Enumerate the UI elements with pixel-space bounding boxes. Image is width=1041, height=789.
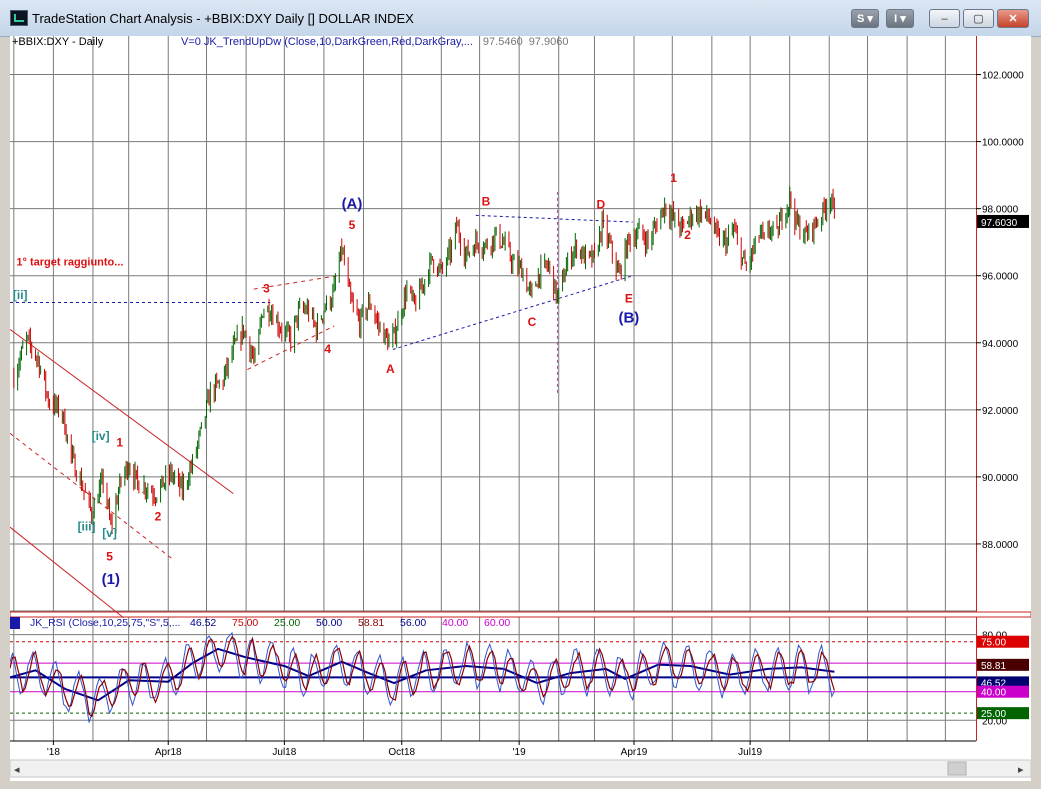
wave-label: 5 bbox=[349, 218, 356, 232]
time-tick-label: Jul19 bbox=[738, 747, 762, 758]
wave-label: C bbox=[528, 315, 537, 329]
symbol-label: +BBIX:DXY - Daily bbox=[12, 36, 104, 48]
wave-label: 3 bbox=[263, 281, 270, 295]
scrollbar-track bbox=[9, 759, 1032, 778]
rsi-legend-value: 40.00 bbox=[442, 617, 468, 629]
wave-label: 2 bbox=[155, 509, 162, 523]
wave-label: 4 bbox=[324, 342, 331, 356]
rsi-legend-value: 60.00 bbox=[484, 617, 510, 629]
price-tick-label: 90.0000 bbox=[982, 473, 1019, 484]
wave-label: [ii] bbox=[13, 288, 28, 302]
indicator-label: V=0 JK_TrendUpDw (Close,10,DarkGreen,Red… bbox=[181, 36, 568, 48]
price-tick-label: 100.0000 bbox=[982, 138, 1024, 149]
rsi-legend-value: 25.00 bbox=[274, 617, 300, 629]
wave-label: 5 bbox=[106, 550, 113, 564]
title-bar[interactable]: TradeStation Chart Analysis - +BBIX:DXY … bbox=[0, 0, 1041, 37]
tradestation-app-icon bbox=[10, 10, 28, 26]
price-tick-label: 92.0000 bbox=[982, 406, 1019, 417]
styles-menu-button[interactable]: S ▾ bbox=[851, 9, 879, 28]
minimize-button[interactable]: ‒ bbox=[929, 9, 960, 28]
wave-label: 1 bbox=[670, 171, 677, 185]
scroll-left-arrow-icon: ◂ bbox=[14, 764, 20, 776]
indicator-name: V=0 JK_TrendUpDw (Close,10,DarkGreen,Red… bbox=[181, 36, 473, 48]
indicators-menu-button[interactable]: I ▾ bbox=[886, 9, 914, 28]
price-tick-label: 94.0000 bbox=[982, 339, 1019, 350]
rsi-legend-value: 56.00 bbox=[400, 617, 426, 629]
rsi-legend-value: 58.81 bbox=[358, 617, 384, 629]
rsi-indicator-label: JK_RSI (Close,10,25,75,"S",5,... bbox=[30, 617, 180, 629]
wave-label: (1) bbox=[102, 571, 120, 588]
rsi-value-tag-text: 58.81 bbox=[981, 661, 1006, 672]
rsi-value-tag-text: 25.00 bbox=[981, 709, 1006, 720]
chart-canvas[interactable]: 88.0000 90.0000 92.0000 94.0000 96.0000 98.00… bbox=[9, 36, 1032, 781]
wave-label: A bbox=[386, 362, 395, 376]
wave-label: [iv] bbox=[92, 429, 110, 443]
indicator-value-2: 97.9060 bbox=[529, 36, 569, 48]
wave-label: [v] bbox=[102, 526, 117, 540]
app-window: TradeStation Chart Analysis - +BBIX:DXY … bbox=[0, 0, 1041, 789]
wave-label: 2 bbox=[684, 228, 691, 242]
time-tick-label: '19 bbox=[513, 747, 526, 758]
indicator-value-1: 97.5460 bbox=[483, 36, 523, 48]
rsi-legend-value: 75.00 bbox=[232, 617, 258, 629]
price-axis: 88.0000 90.0000 92.0000 94.0000 96.0000 98.00… bbox=[976, 71, 1029, 551]
rsi-legend-value: 46.52 bbox=[190, 617, 216, 629]
target-annotation: 1° target raggiunto... bbox=[16, 257, 123, 269]
wave-label: E bbox=[625, 292, 633, 306]
rsi-value-tag-text: 75.00 bbox=[981, 638, 1006, 649]
window-title: TradeStation Chart Analysis - +BBIX:DXY … bbox=[32, 11, 414, 26]
close-button[interactable]: ✕ bbox=[997, 9, 1029, 28]
grid bbox=[9, 36, 1032, 741]
horizontal-scrollbar[interactable]: ◂ ▸ bbox=[9, 759, 1032, 778]
price-tick-label: 98.0000 bbox=[982, 205, 1019, 216]
chart-area[interactable]: 88.0000 90.0000 92.0000 94.0000 96.0000 98.00… bbox=[9, 36, 1032, 781]
time-tick-label: Jul18 bbox=[272, 747, 296, 758]
rsi-value-tag-text: 40.00 bbox=[981, 688, 1006, 699]
price-tick-label: 96.0000 bbox=[982, 272, 1019, 283]
wave-label: (B) bbox=[618, 310, 639, 327]
wave-label: D bbox=[596, 198, 605, 212]
wave-label: 1 bbox=[116, 436, 123, 450]
time-axis: '18 Apr18 Jul18 Oct18 '19 Apr19 Jul19 bbox=[10, 740, 1031, 759]
last-price-value: 97.6030 bbox=[981, 218, 1018, 229]
time-tick-label: Oct18 bbox=[388, 747, 415, 758]
price-tick-label: 102.0000 bbox=[982, 71, 1024, 82]
price-tick-label: 88.0000 bbox=[982, 540, 1019, 551]
wave-label: (A) bbox=[342, 196, 363, 213]
scrollbar-thumb bbox=[947, 761, 967, 776]
rsi-legend-swatch bbox=[10, 617, 20, 629]
time-tick-label: Apr18 bbox=[155, 747, 182, 758]
scroll-right-arrow-icon: ▸ bbox=[1018, 764, 1024, 776]
chart-header: +BBIX:DXY - Daily V=0 JK_TrendUpDw (Clos… bbox=[12, 36, 568, 48]
time-tick-label: Apr19 bbox=[621, 747, 648, 758]
rsi-legend-value: 50.00 bbox=[316, 617, 342, 629]
maximize-button[interactable]: ▢ bbox=[963, 9, 994, 28]
wave-label: B bbox=[482, 194, 491, 208]
time-tick-label: '18 bbox=[47, 747, 60, 758]
wave-label: [iii] bbox=[78, 520, 96, 534]
